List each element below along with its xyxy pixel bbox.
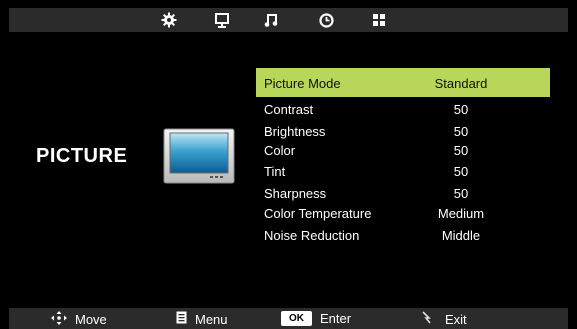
menu-item-label: Color — [264, 143, 296, 158]
menu-item-label: Contrast — [264, 102, 314, 117]
menu-item-picture-mode[interactable]: Picture Mode Standard — [256, 68, 550, 97]
menu-item-label: Picture Mode — [264, 76, 341, 91]
clock-icon[interactable] — [316, 10, 336, 30]
menu-item-color[interactable]: Color 50 — [256, 141, 550, 161]
enter-hint: OK Enter — [281, 311, 351, 326]
menu-item-noise-reduction[interactable]: Noise Reduction Middle — [256, 226, 550, 246]
monitor-icon[interactable] — [212, 10, 232, 30]
menu-item-value: 50 — [453, 186, 469, 201]
menu-item-value: Medium — [437, 206, 485, 221]
menu-item-label: Color Temperature — [264, 206, 372, 221]
menu-key-icon — [176, 311, 187, 327]
menu-item-tint[interactable]: Tint 50 — [256, 162, 550, 182]
menu-item-value: 50 — [453, 164, 469, 179]
top-tab-bar — [9, 8, 568, 32]
exit-hint: Exit — [421, 311, 467, 327]
menu-item-brightness[interactable]: Brightness 50 — [256, 122, 550, 142]
menu-item-label: Tint — [264, 164, 286, 179]
menu-item-value: 50 — [453, 102, 469, 117]
menu-item-value: Middle — [441, 228, 481, 243]
menu-item-value: 50 — [453, 124, 469, 139]
section-title: PICTURE — [36, 145, 128, 167]
exit-arrow-icon — [421, 311, 433, 327]
gear-icon[interactable] — [159, 10, 179, 30]
menu-item-label: Brightness — [264, 124, 326, 139]
grid-icon[interactable] — [369, 10, 389, 30]
ok-key-icon: OK — [281, 311, 312, 326]
menu-item-color-temperature[interactable]: Color Temperature Medium — [256, 204, 550, 224]
tv-osd-menu: PICTURE Picture Mode Standard Contrast 5… — [0, 0, 577, 329]
enter-label: Enter — [320, 311, 352, 326]
bottom-hint-bar: Move Menu OK Enter Exit — [9, 308, 568, 329]
move-hint: Move — [51, 311, 107, 328]
menu-item-value: 50 — [453, 143, 469, 158]
menu-item-value: Standard — [434, 76, 488, 91]
menu-item-label: Sharpness — [264, 186, 327, 201]
menu-item-contrast[interactable]: Contrast 50 — [256, 100, 550, 120]
exit-label: Exit — [445, 311, 467, 327]
menu-label: Menu — [195, 311, 228, 327]
music-note-icon[interactable] — [261, 10, 281, 30]
move-label: Move — [75, 312, 107, 327]
tv-icon — [163, 128, 235, 184]
menu-hint: Menu — [176, 311, 228, 327]
menu-item-label: Noise Reduction — [264, 228, 360, 243]
move-arrows-icon — [51, 311, 67, 328]
menu-item-sharpness[interactable]: Sharpness 50 — [256, 184, 550, 204]
